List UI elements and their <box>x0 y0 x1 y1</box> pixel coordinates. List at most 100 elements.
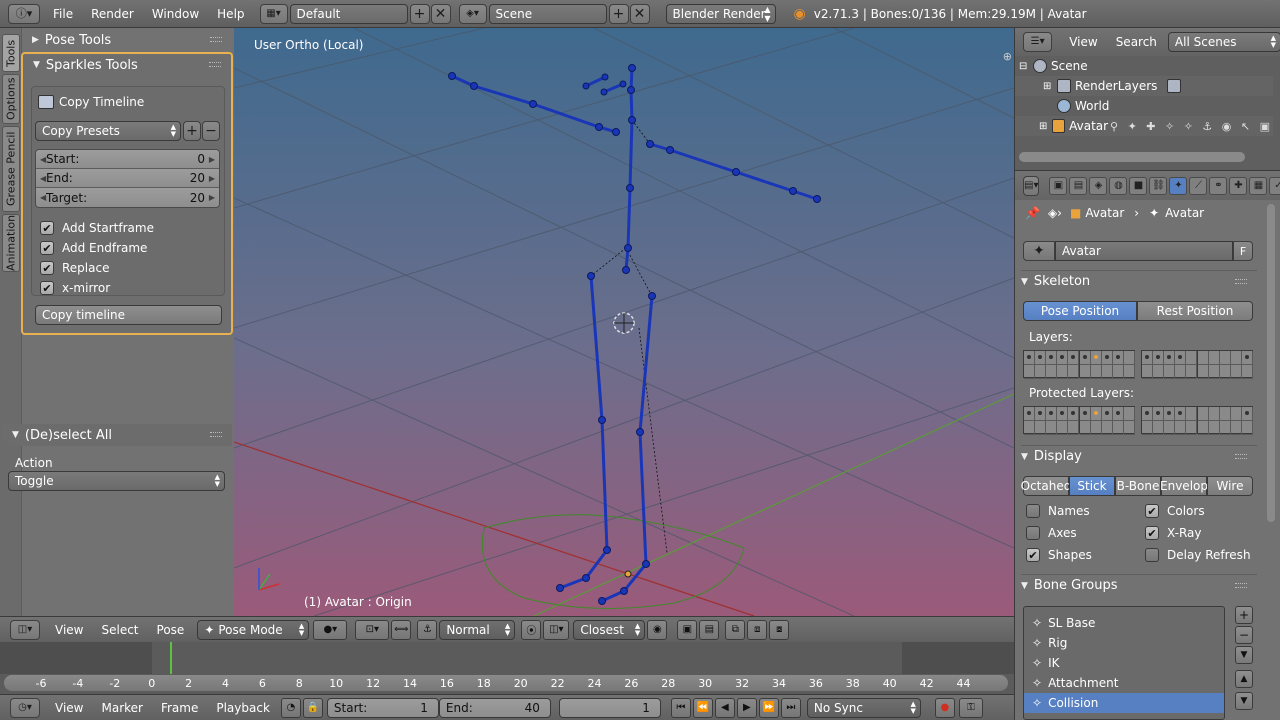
arrow-right-icon[interactable]: ▶ <box>209 155 215 164</box>
tab-options[interactable]: Options <box>2 74 20 124</box>
drag-grip-icon[interactable] <box>1235 583 1247 588</box>
pose-menu[interactable]: Pose <box>148 616 194 644</box>
select-menu[interactable]: Select <box>92 616 147 644</box>
proportional-edit-icon[interactable]: ◉ <box>647 619 668 640</box>
play-reverse-icon[interactable]: ◀ <box>714 697 735 718</box>
timeline-frame-menu[interactable]: Frame <box>152 694 207 720</box>
timeline-editor-icon[interactable]: ◷▾ <box>10 697 40 718</box>
add-bone-group-button[interactable]: + <box>1235 606 1253 624</box>
drag-grip-icon[interactable] <box>1235 454 1247 459</box>
mode-select[interactable]: ✦ Pose Mode ▲ ▼ <box>197 619 310 640</box>
tab-animation[interactable]: Animation <box>2 214 20 272</box>
protected-layers-grid-4[interactable] <box>1197 406 1253 435</box>
manipulator-toggle-icon[interactable]: ⟺ <box>391 619 412 640</box>
action-select[interactable]: Toggle ▲ ▼ <box>8 471 225 491</box>
armature-data-tab-icon[interactable]: ✦ <box>1169 176 1188 195</box>
screen-layout-field[interactable]: Default <box>289 3 408 24</box>
bone-group-row-selected[interactable]: ✧ Collision <box>1024 693 1224 713</box>
delete-scene-button[interactable]: ✕ <box>629 3 650 24</box>
outliner-search-menu[interactable]: Search <box>1107 28 1166 56</box>
drag-grip-icon[interactable] <box>210 432 222 437</box>
transform-orientation-select[interactable]: Normal ▲ ▼ <box>439 619 516 640</box>
drag-grip-icon[interactable] <box>1235 279 1247 284</box>
add-scene-button[interactable]: + <box>608 3 629 24</box>
remove-bone-group-button[interactable]: − <box>1235 626 1253 644</box>
arrow-left-icon[interactable]: ◀ <box>40 174 46 183</box>
rest-position-button[interactable]: Rest Position <box>1137 301 1253 321</box>
constraints-tab-icon[interactable]: ⛓ <box>1149 176 1168 195</box>
display-bbone-button[interactable]: B-Bone <box>1115 476 1161 496</box>
viewport-plus-icon[interactable]: ⊕ <box>1003 50 1012 63</box>
bone-group-row[interactable]: ✧ IK <box>1024 653 1224 673</box>
bone-constraints-tab-icon[interactable]: ⚭ <box>1209 176 1228 195</box>
properties-editor-icon[interactable]: ▤▾ <box>1023 175 1040 196</box>
arrow-left-icon[interactable]: ◀ <box>40 193 46 202</box>
protected-layers-grid-1[interactable] <box>1023 406 1079 435</box>
render-icon[interactable] <box>1167 79 1182 93</box>
3d-view-editor-icon[interactable]: ◫▾ <box>10 619 40 640</box>
delay-refresh-checkbox[interactable]: Delay Refresh <box>1145 548 1251 562</box>
skeleton-header[interactable]: ▼ Skeleton <box>1021 270 1257 292</box>
delete-screen-button[interactable]: ✕ <box>430 3 451 24</box>
menu-render[interactable]: Render <box>82 0 143 28</box>
prev-keyframe-icon[interactable]: ⏪ <box>692 697 713 718</box>
modifiers-tab-icon[interactable]: ✚ <box>1229 176 1248 195</box>
drag-grip-icon[interactable] <box>209 62 221 67</box>
object-tab-icon[interactable]: ■ <box>1129 176 1148 195</box>
end-frame-field[interactable]: ◀ End: 20 ▶ <box>36 169 219 188</box>
deselect-all-header[interactable]: ▼ (De)select All <box>2 424 232 446</box>
transform-orientation-icon[interactable]: ⚓ <box>417 619 438 640</box>
snap-toggle-icon[interactable]: ⦿ <box>521 619 542 640</box>
snap-element-icon[interactable]: ◫▾ <box>543 619 570 640</box>
outliner-scrollbar[interactable] <box>1019 152 1245 162</box>
move-up-button[interactable]: ▲ <box>1235 670 1253 688</box>
pose-tools-header[interactable]: ▶ Pose Tools <box>22 29 232 51</box>
scene-field[interactable]: Scene <box>488 3 607 24</box>
protected-layers-grid-3[interactable] <box>1141 406 1197 435</box>
lock-range-icon[interactable]: 🔒 <box>302 697 323 718</box>
copy-timeline-button[interactable]: Copy timeline <box>35 305 222 325</box>
scene-icon[interactable]: ◈▾ <box>458 3 487 24</box>
expand-plus-icon[interactable]: ⊞ <box>1039 121 1052 132</box>
sparkles-tools-header[interactable]: ▼ Sparkles Tools <box>23 54 231 76</box>
tab-tools[interactable]: Tools <box>2 34 20 72</box>
move-down-button[interactable]: ▼ <box>1235 692 1253 710</box>
add-endframe-checkbox[interactable]: ✔ Add Endframe <box>40 241 147 255</box>
display-wire-button[interactable]: Wire <box>1207 476 1253 496</box>
outliner-row-avatar[interactable]: ⊞ Avatar ⚲ ✦ ✚ ✧ ✧ ⚓ ◉ ↖ ▣ <box>1015 116 1273 136</box>
render-layers-tab-icon[interactable]: ▤ <box>1069 176 1088 195</box>
snap-target-select[interactable]: Closest ▲ ▼ <box>573 619 646 640</box>
colors-checkbox[interactable]: ✔ Colors <box>1145 504 1205 518</box>
remove-preset-button[interactable]: − <box>202 121 220 141</box>
screen-layout-icon[interactable]: ▦▾ <box>259 3 288 24</box>
pose-position-button[interactable]: Pose Position <box>1023 301 1137 321</box>
next-keyframe-icon[interactable]: ⏩ <box>758 697 779 718</box>
target-frame-field[interactable]: ◀ Target: 20 ▶ <box>36 188 219 207</box>
record-icon[interactable]: ● <box>934 697 955 718</box>
x-mirror-checkbox[interactable]: ✔ x-mirror <box>40 281 110 295</box>
view-menu[interactable]: View <box>46 616 92 644</box>
timeline[interactable]: -6 -4 -2 0 2 4 6 8 10 12 14 16 18 20 22 24 26 28 30 32 34 36 3… <box>0 642 1014 694</box>
display-stick-button[interactable]: Stick <box>1069 476 1115 496</box>
outliner-row-world[interactable]: World <box>1015 96 1273 116</box>
shapes-checkbox[interactable]: ✔ Shapes <box>1026 548 1092 562</box>
add-startframe-checkbox[interactable]: ✔ Add Startframe <box>40 221 154 235</box>
add-preset-button[interactable]: + <box>183 121 201 141</box>
texture-tab-icon[interactable]: ▦ <box>1249 176 1268 195</box>
outliner-row-renderlayers[interactable]: ⊞ RenderLayers <box>1015 76 1273 96</box>
arrow-right-icon[interactable]: ▶ <box>209 193 215 202</box>
paste-flipped-pose-icon[interactable]: ⧇ <box>769 619 790 640</box>
timeline-view-menu[interactable]: View <box>46 694 92 720</box>
add-screen-button[interactable]: + <box>409 3 430 24</box>
info-editor-icon[interactable]: ⓘ▾ <box>8 3 40 24</box>
3d-viewport[interactable]: User Ortho (Local) (1) Avatar : Origin ⊕ <box>234 28 1014 616</box>
protected-layers-grid-2[interactable] <box>1079 406 1135 435</box>
display-octahedral-button[interactable]: Octahed <box>1021 476 1071 496</box>
keying-set-icon[interactable]: ⚿ <box>958 697 983 718</box>
timeline-marker-menu[interactable]: Marker <box>92 694 151 720</box>
bone-group-row[interactable]: ✧ Rig <box>1024 633 1224 653</box>
jump-start-icon[interactable]: ⏮ <box>670 697 691 718</box>
render-still-icon[interactable]: ▣ <box>677 619 698 640</box>
display-envelope-button[interactable]: Envelop <box>1160 476 1208 496</box>
menu-file[interactable]: File <box>44 0 82 28</box>
